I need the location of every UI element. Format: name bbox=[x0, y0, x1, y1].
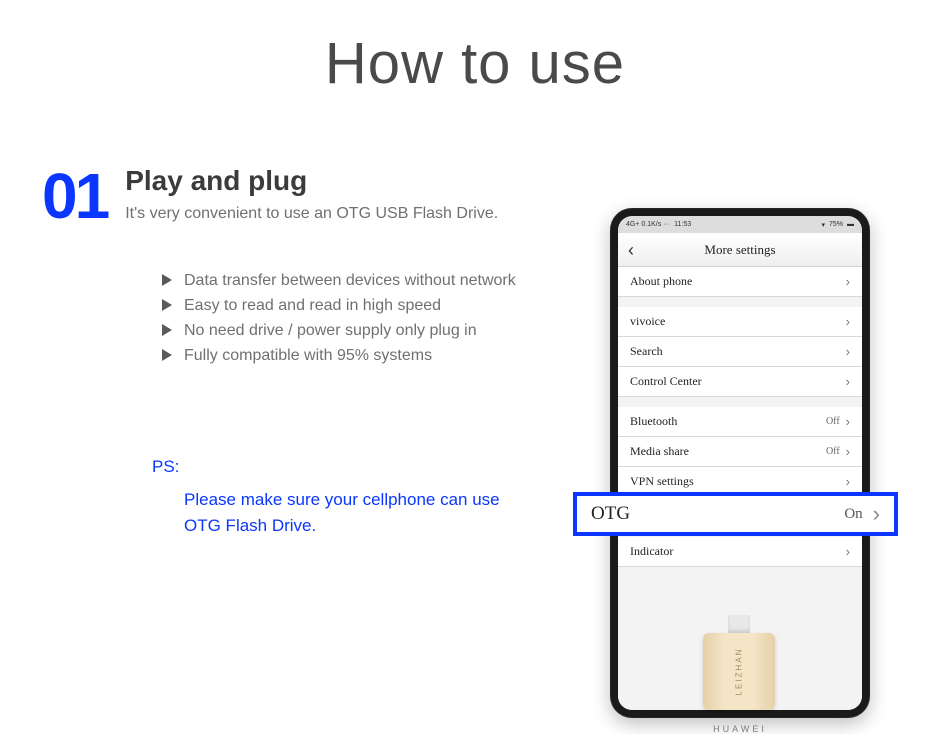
row-label: Indicator bbox=[630, 544, 846, 559]
chevron-right-icon: › bbox=[846, 544, 850, 559]
settings-row-control-center[interactable]: Control Center › bbox=[618, 367, 862, 397]
left-column: 01 Play and plug It's very convenient to… bbox=[42, 165, 602, 539]
ps-text: Please make sure your cellphone can use … bbox=[184, 487, 514, 540]
ps-label: PS: bbox=[152, 457, 582, 477]
status-battery: 75% bbox=[829, 221, 843, 228]
step-header: 01 Play and plug It's very convenient to… bbox=[42, 165, 582, 223]
feature-item: Easy to read and read in high speed bbox=[162, 294, 582, 319]
nav-title: More settings bbox=[618, 242, 862, 258]
ps-block: PS: Please make sure your cellphone can … bbox=[152, 457, 582, 540]
chevron-right-icon: › bbox=[846, 344, 850, 359]
settings-row-indicator[interactable]: Indicator › bbox=[618, 537, 862, 567]
usb-brand: LEIZHAN bbox=[734, 648, 743, 696]
feature-item: No need drive / power supply only plug i… bbox=[162, 319, 582, 344]
row-label: About phone bbox=[630, 274, 846, 289]
status-time: 11:53 bbox=[674, 221, 691, 228]
row-label: vivoice bbox=[630, 314, 846, 329]
feature-item: Fully compatible with 95% systems bbox=[162, 344, 582, 369]
status-bar: 4G+ 0.1K/s ··· 11:53 ▾ 75% ▬ bbox=[618, 216, 862, 233]
row-label: Search bbox=[630, 344, 846, 359]
status-wifi-icon: ▾ bbox=[821, 221, 825, 229]
otg-callout: OTG On › bbox=[573, 492, 898, 536]
chevron-right-icon: › bbox=[846, 274, 850, 289]
callout-label: OTG bbox=[591, 503, 844, 525]
feature-list: Data transfer between devices without ne… bbox=[162, 269, 582, 368]
row-label: VPN settings bbox=[630, 474, 846, 489]
chevron-right-icon: › bbox=[846, 374, 850, 389]
page-title: How to use bbox=[0, 30, 950, 97]
usb-body: LEIZHAN bbox=[703, 633, 775, 710]
chevron-right-icon: › bbox=[846, 474, 850, 489]
chevron-right-icon: › bbox=[873, 501, 880, 527]
battery-icon: ▬ bbox=[847, 221, 854, 228]
chevron-right-icon: › bbox=[846, 314, 850, 329]
settings-row-vivoice[interactable]: vivoice › bbox=[618, 307, 862, 337]
nav-bar: ‹ More settings bbox=[618, 233, 862, 267]
row-label: Bluetooth bbox=[630, 414, 826, 429]
row-state: Off bbox=[826, 446, 840, 457]
step-title: Play and plug bbox=[125, 165, 498, 197]
settings-row-about-phone[interactable]: About phone › bbox=[618, 267, 862, 297]
settings-row-bluetooth[interactable]: Bluetooth Off › bbox=[618, 407, 862, 437]
status-signal: 4G+ 0.1K/s ··· bbox=[626, 221, 670, 228]
feature-item: Data transfer between devices without ne… bbox=[162, 269, 582, 294]
row-label: Media share bbox=[630, 444, 826, 459]
chevron-right-icon: › bbox=[846, 444, 850, 459]
step-number: 01 bbox=[42, 169, 107, 223]
phone-brand: HUAWEI bbox=[610, 724, 870, 734]
usb-connector bbox=[728, 615, 750, 633]
chevron-right-icon: › bbox=[846, 414, 850, 429]
step-subtitle: It's very convenient to use an OTG USB F… bbox=[125, 205, 498, 223]
row-state: Off bbox=[826, 416, 840, 427]
settings-row-search[interactable]: Search › bbox=[618, 337, 862, 367]
settings-row-media-share[interactable]: Media share Off › bbox=[618, 437, 862, 467]
row-label: Control Center bbox=[630, 374, 846, 389]
callout-state: On bbox=[844, 506, 862, 523]
usb-drive-illustration: LEIZHAN bbox=[703, 615, 775, 710]
